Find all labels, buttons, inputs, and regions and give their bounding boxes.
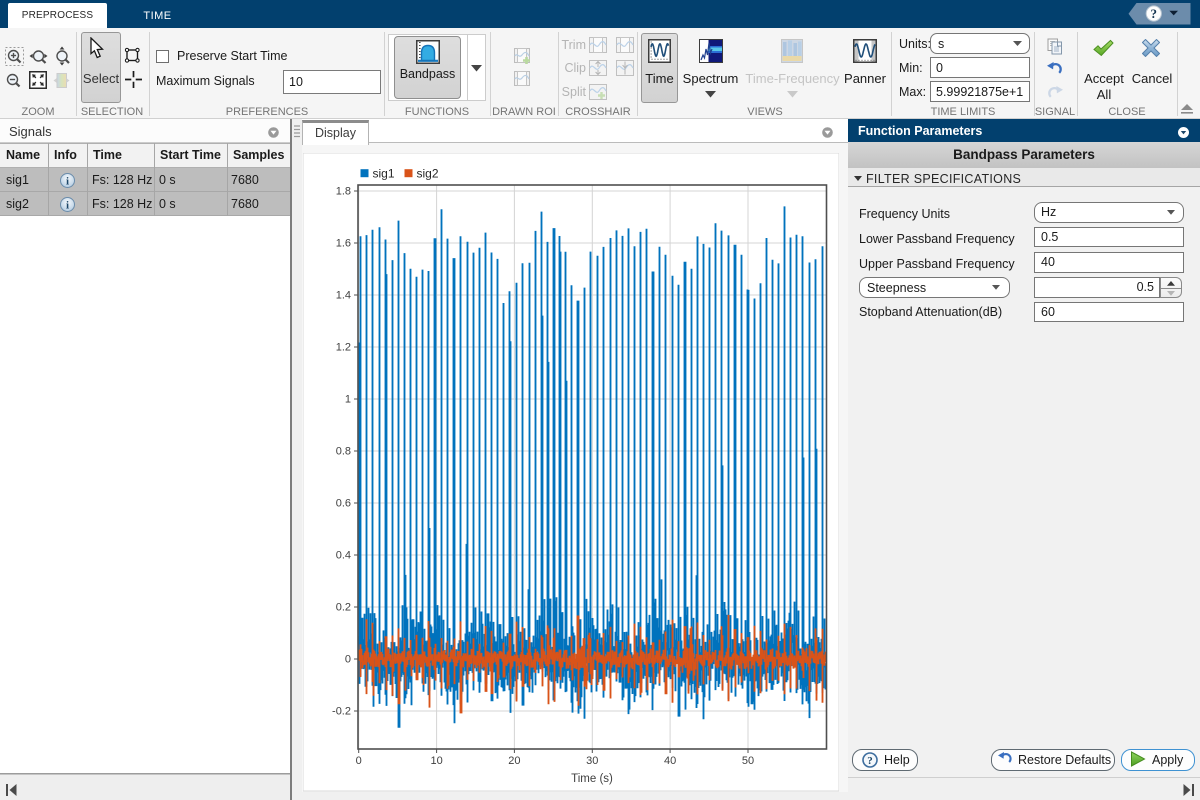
svg-text:0.6: 0.6 xyxy=(336,498,351,510)
svg-text:0: 0 xyxy=(356,755,362,767)
svg-text:i: i xyxy=(66,200,69,212)
svg-text:50: 50 xyxy=(742,755,754,767)
svg-text:0.2: 0.2 xyxy=(336,602,351,614)
svg-text:30: 30 xyxy=(586,755,598,767)
svg-text:1: 1 xyxy=(345,394,351,406)
svg-text:0.4: 0.4 xyxy=(336,550,351,562)
svg-text:Time (s): Time (s) xyxy=(571,773,613,785)
svg-text:-0.2: -0.2 xyxy=(332,706,351,718)
svg-text:10: 10 xyxy=(430,755,442,767)
svg-text:1.8: 1.8 xyxy=(336,186,351,198)
svg-text:1.6: 1.6 xyxy=(336,238,351,250)
svg-text:?: ? xyxy=(867,755,873,767)
svg-text:40: 40 xyxy=(664,755,676,767)
svg-text:0: 0 xyxy=(345,654,351,666)
svg-text:sig1: sig1 xyxy=(373,166,395,180)
svg-text:1.2: 1.2 xyxy=(336,342,351,354)
svg-text:1.4: 1.4 xyxy=(336,290,351,302)
svg-text:?: ? xyxy=(1151,6,1158,21)
svg-text:sig2: sig2 xyxy=(417,166,439,180)
svg-text:20: 20 xyxy=(508,755,520,767)
svg-text:i: i xyxy=(66,176,69,188)
svg-text:0.8: 0.8 xyxy=(336,446,351,458)
